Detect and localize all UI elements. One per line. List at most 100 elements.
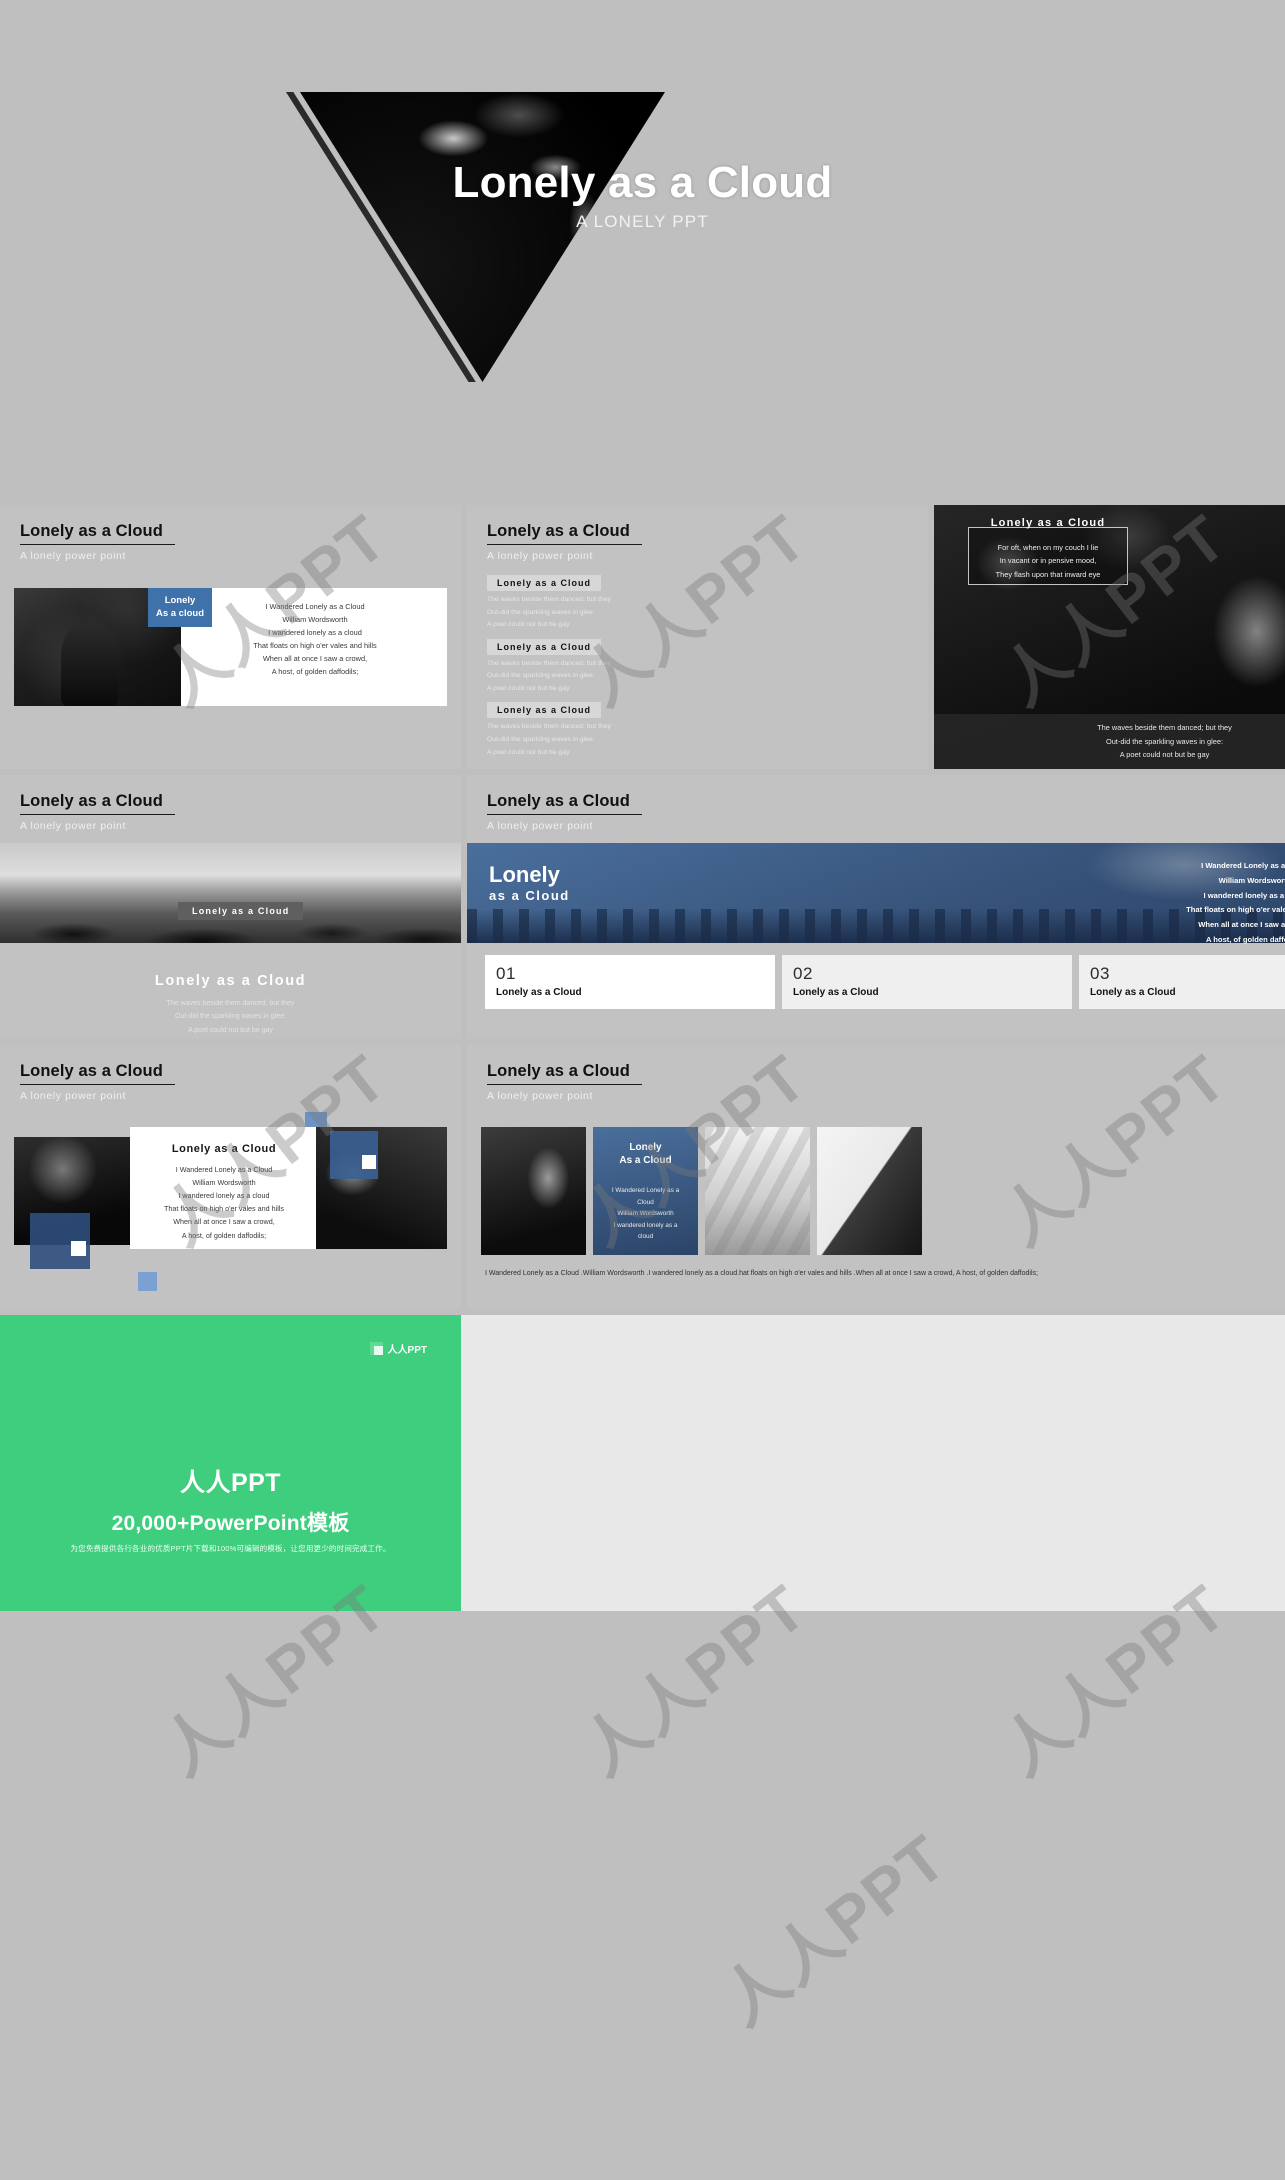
thumbnail-title-line2: As a Cloud: [619, 1155, 672, 1166]
banner-poem-line: That floats on high o'er vales and hills: [1186, 905, 1285, 915]
list-line: Out-did the sparkling waves in glee:: [487, 672, 595, 680]
slide-blue-banner[interactable]: Lonely as a Cloud A lonely power point L…: [467, 775, 1285, 1039]
slide-heading: Lonely as a Cloud A lonely power point: [20, 1062, 175, 1102]
thumbnail-lines: I Wandered Lonely as a Cloud William Wor…: [601, 1185, 690, 1243]
brand-logo: 人人PPT: [369, 1341, 427, 1356]
poem-line: When all at once I saw a crowd,: [173, 1217, 275, 1227]
thumbnail-row: Lonely As a Cloud I Wandered Lonely as a…: [481, 1127, 922, 1255]
thumbnail-line: I Wandered Lonely as a: [611, 1187, 680, 1194]
list-item[interactable]: Lonely as a Cloud The waves beside them …: [487, 637, 687, 696]
photo-label-line2: As a cloud: [155, 607, 205, 619]
slide-title: Lonely as a Cloud: [487, 1062, 642, 1085]
numbered-card[interactable]: 03 Lonely as a Cloud: [1079, 955, 1285, 1009]
cover-triangle-image: [300, 92, 665, 382]
collage-poem-title: Lonely as a Cloud: [171, 1143, 277, 1155]
card-number: 01: [496, 964, 516, 983]
banner-headline: Lonely as a Cloud: [489, 863, 570, 903]
collage-poem-text: I Wandered Lonely as a Cloud William Wor…: [135, 1163, 313, 1242]
thumbnail-line: Cloud: [637, 1198, 654, 1206]
list-line: Out-did the sparkling waves in glee:: [487, 608, 595, 616]
slide-list[interactable]: Lonely as a Cloud A lonely power point L…: [467, 505, 928, 769]
poem-line: William Wordsworth: [192, 1178, 256, 1188]
slide-heading: Lonely as a Cloud A lonely power point: [487, 792, 642, 832]
slide-seascape[interactable]: Lonely as a Cloud A lonely power point L…: [0, 775, 461, 1039]
slide-title: Lonely as a Cloud: [20, 792, 175, 815]
list-container: Lonely as a Cloud The waves beside them …: [487, 573, 687, 764]
thumbnail-window-photo[interactable]: [481, 1127, 586, 1255]
poem-line: That floats on high o'er vales and hills: [253, 640, 377, 650]
poem-line: I Wandered Lonely as a Cloud: [175, 1165, 273, 1174]
slide-subtitle: A lonely power point: [20, 550, 126, 562]
footer-title: 人人PPT: [179, 1469, 282, 1497]
thumbnail-corridor-photo[interactable]: [705, 1127, 810, 1255]
banner-headline-line2: as a Cloud: [489, 888, 570, 904]
banner-poem-line: A host, of golden daffodils;: [1205, 934, 1285, 944]
card-number: 03: [1090, 964, 1110, 983]
list-item[interactable]: Lonely as a Cloud The waves beside them …: [487, 573, 687, 632]
photo-label-badge: Lonely As a cloud: [148, 588, 212, 627]
footer-blank-panel: [461, 1315, 1285, 1611]
thumbnail-blue-text[interactable]: Lonely As a Cloud I Wandered Lonely as a…: [593, 1127, 698, 1255]
quote-line: In vacant or in pensive mood,: [999, 556, 1097, 566]
slide-dark-photo[interactable]: Lonely as a Cloud For oft, when on my co…: [934, 505, 1285, 769]
slide-heading: Lonely as a Cloud A lonely power point: [487, 522, 642, 562]
banner-poem-line: I Wandered Lonely as a Cloud: [1201, 861, 1285, 870]
card-label: Lonely as a Cloud: [1090, 987, 1176, 998]
thumbnail-title-line1: Lonely: [629, 1142, 662, 1153]
poem-line: I Wandered Lonely as a Cloud: [265, 602, 365, 611]
list-item-tag: Lonely as a Cloud: [487, 702, 602, 719]
list-line: A poet could not but be gay: [487, 684, 570, 692]
slide-row-2: Lonely as a Cloud A lonely power point L…: [0, 775, 1285, 1039]
slide-poem-photo[interactable]: Lonely as a Cloud A lonely power point L…: [0, 505, 461, 769]
banner-poem-line: When all at once I saw a crowd,: [1198, 920, 1285, 930]
list-item-tag: Lonely as a Cloud: [487, 575, 602, 591]
slide-thumbnails[interactable]: Lonely as a Cloud A lonely power point L…: [467, 1045, 1285, 1309]
card-number: 02: [793, 964, 813, 983]
poem-line: William Wordsworth: [282, 614, 348, 624]
squares-logo-icon: [369, 1342, 383, 1355]
thumbnail-diagonal-photo[interactable]: [817, 1127, 922, 1255]
seascape-image: [0, 843, 461, 943]
list-line: The waves beside them danced; but they: [487, 596, 611, 603]
poem-line: That floats on high o'er vales and hills: [163, 1204, 285, 1214]
cover-subtitle: A LONELY PPT: [576, 212, 709, 231]
card-label: Lonely as a Cloud: [793, 987, 879, 998]
numbered-card[interactable]: 01 Lonely as a Cloud: [485, 955, 775, 1009]
numbered-card[interactable]: 02 Lonely as a Cloud: [782, 955, 1072, 1009]
quote-line: They flash upon that inward eye: [995, 569, 1101, 579]
list-line: A poet could not but be gay: [487, 621, 570, 629]
thumbnail-caption: I Wandered Lonely as a Cloud .William Wo…: [485, 1270, 1038, 1277]
thumbnail-line: I wandered lonely as a: [613, 1221, 678, 1229]
slide-row-3: Lonely as a Cloud A lonely power point L…: [0, 1045, 1285, 1309]
decor-square-pale-blue: [138, 1272, 157, 1291]
slide-title: Lonely as a Cloud: [487, 522, 642, 545]
poem-line: A host, of golden daffodils;: [271, 666, 359, 676]
poem-line: I wandered lonely as a cloud: [268, 627, 362, 637]
banner-poem-line: William Wordsworth: [1218, 875, 1285, 885]
slide-collage[interactable]: Lonely as a Cloud A lonely power point L…: [0, 1045, 461, 1309]
list-item-tag: Lonely as a Cloud: [487, 638, 602, 655]
thumbnail-line: William Wordsworth: [617, 1210, 674, 1218]
quote-lines: For oft, when on my couch I lie In vacan…: [968, 541, 1128, 581]
poem-line: When all at once I saw a crowd,: [262, 653, 368, 663]
footer-subtitle: 20,000+PowerPoint模板: [111, 1512, 350, 1535]
thumbnail-line: cloud: [637, 1233, 654, 1241]
slide-subtitle: A lonely power point: [487, 550, 593, 562]
slide-subtitle: A lonely power point: [20, 820, 126, 832]
banner-poem-line: I wandered lonely as a cloud: [1203, 890, 1285, 900]
thumbnail-title: Lonely As a Cloud: [593, 1141, 698, 1167]
list-line: The waves beside them danced; but they: [487, 723, 611, 731]
list-item-lines: The waves beside them danced; but they O…: [487, 658, 687, 696]
watermark: 人人PPT: [708, 1820, 960, 2040]
list-item[interactable]: Lonely as a Cloud The waves beside them …: [487, 700, 687, 759]
list-line: The waves beside them danced; but they: [487, 659, 611, 667]
slide-heading: Lonely as a Cloud A lonely power point: [487, 1062, 642, 1102]
quote-title: Lonely as a Cloud: [990, 517, 1106, 529]
list-item-lines: The waves beside them danced; but they O…: [487, 721, 687, 759]
list-item-lines: The waves beside them danced; but they O…: [487, 594, 687, 632]
cover-title: Lonely as a Cloud: [452, 158, 833, 207]
footer-line: The waves beside them danced; but they: [1097, 722, 1232, 732]
card-label: Lonely as a Cloud: [496, 987, 582, 998]
footer-line: A poet could not but be gay: [1119, 750, 1210, 760]
footer-note: 为您免费提供各行各业的优质PPT片下载和100%可编辑的模板，让您用更少的时间完…: [70, 1544, 391, 1553]
